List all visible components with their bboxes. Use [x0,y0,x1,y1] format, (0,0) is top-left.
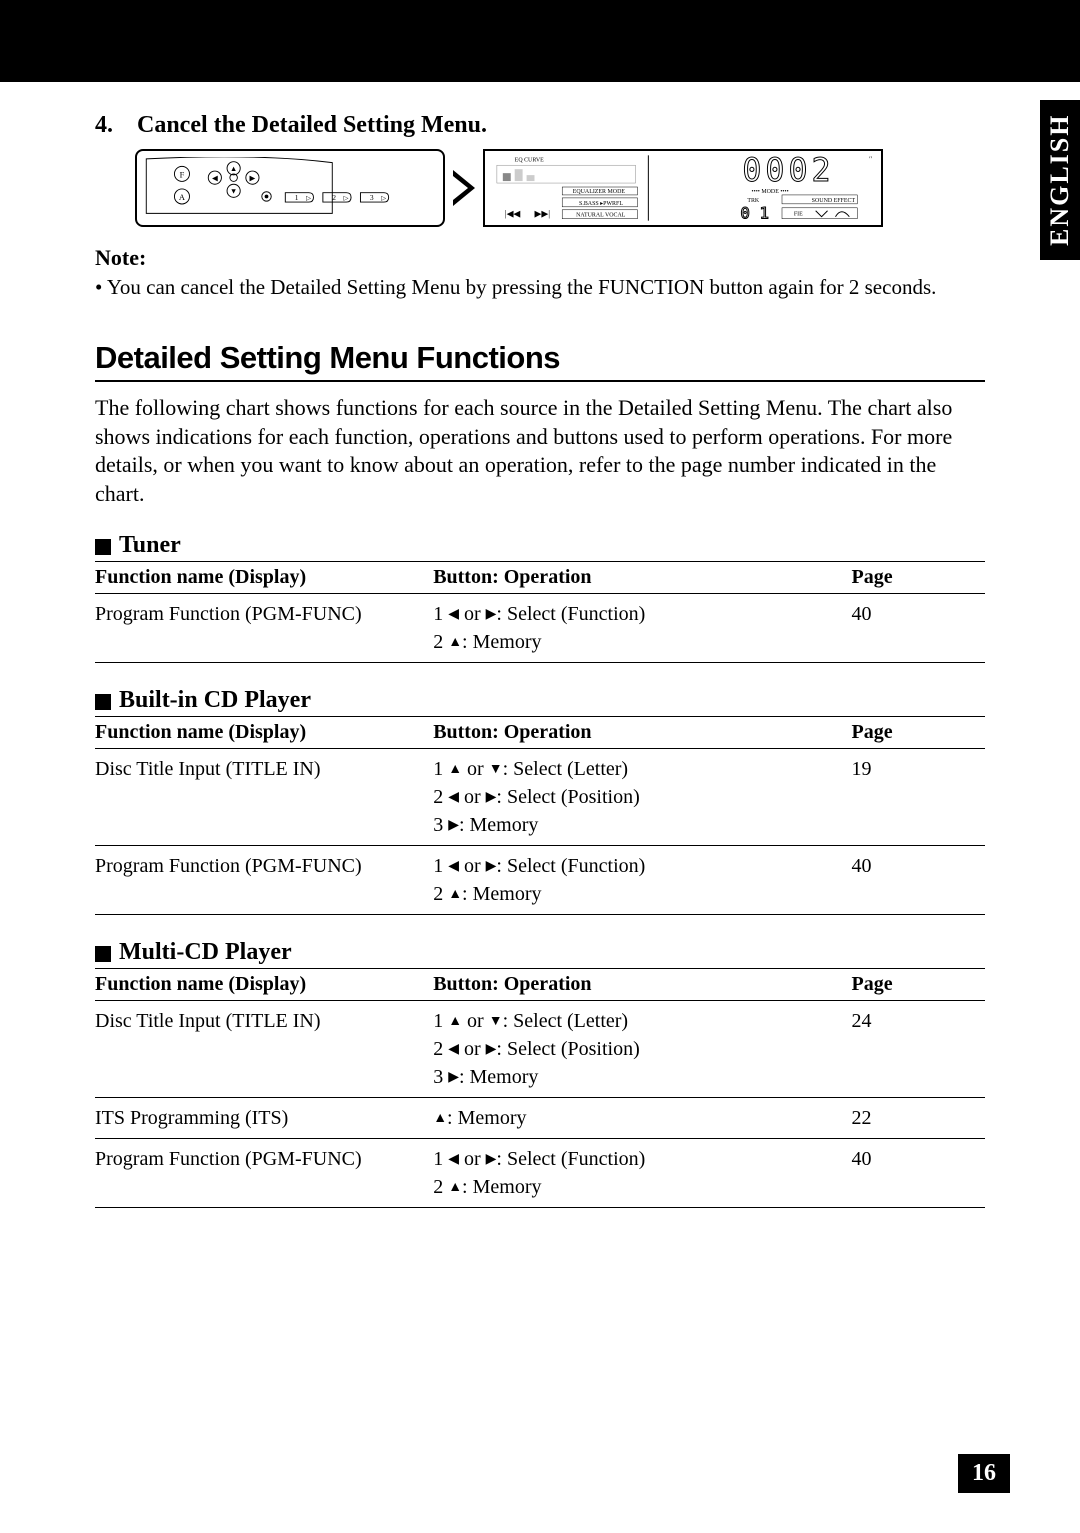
svg-text:2: 2 [332,193,336,202]
table-row: Disc Title Input (TITLE IN)1 ▲ or ▼: Sel… [95,749,985,846]
subsection: TunerFunction name (Display)Button: Oper… [95,532,985,663]
cell-page: 19 [851,749,985,846]
cell-function: Disc Title Input (TITLE IN) [95,749,433,846]
cell-operation: 1 ◀ or ▶: Select (Function)2 ▲: Memory [433,846,851,915]
cell-page: 40 [851,1139,985,1208]
cell-page: 24 [851,1001,985,1098]
cell-function: ITS Programming (ITS) [95,1098,433,1139]
display-diagram: EQ CURVE EQUALIZER MODE S.BASS ▸PWRFL NA… [483,149,883,227]
page-content: 4. Cancel the Detailed Setting Menu. F A… [0,82,1080,1208]
function-table: Function name (Display)Button: Operation… [95,562,985,663]
col-page: Page [851,562,985,594]
subsection-title: Tuner [95,532,985,562]
step-text: Cancel the Detailed Setting Menu. [137,112,487,138]
svg-text:▷: ▷ [306,195,312,202]
subsection-title: Multi-CD Player [95,939,985,969]
cell-function: Program Function (PGM-FUNC) [95,594,433,663]
svg-text:▷: ▷ [381,195,387,202]
function-table: Function name (Display)Button: Operation… [95,717,985,915]
cell-page: 22 [851,1098,985,1139]
cell-page: 40 [851,846,985,915]
intro-paragraph: The following chart shows functions for … [95,394,985,508]
svg-text:0 1: 0 1 [740,204,769,223]
control-panel-diagram: F A ▲ ◀ ▶ ▼ 1 ▷ 2 ▷ 3 ▷ [135,149,445,227]
note-body: • You can cancel the Detailed Setting Me… [95,275,985,300]
svg-text:▷: ▷ [344,195,350,202]
svg-text:EQUALIZER MODE: EQUALIZER MODE [573,189,626,195]
step-title: 4. Cancel the Detailed Setting Menu. [95,112,985,139]
svg-text:1: 1 [295,193,299,202]
col-function-name: Function name (Display) [95,562,433,594]
square-bullet-icon [95,694,111,710]
svg-text:|◀◀: |◀◀ [505,209,521,219]
table-row: Program Function (PGM-FUNC)1 ◀ or ▶: Sel… [95,594,985,663]
cell-operation: 1 ◀ or ▶: Select (Function)2 ▲: Memory [433,1139,851,1208]
cell-operation: 1 ▲ or ▼: Select (Letter)2 ◀ or ▶: Selec… [433,749,851,846]
col-function-name: Function name (Display) [95,717,433,749]
col-page: Page [851,717,985,749]
table-row: Program Function (PGM-FUNC)1 ◀ or ▶: Sel… [95,846,985,915]
svg-text:◀: ◀ [212,173,219,182]
note-label: Note: [95,245,985,271]
cell-function: Program Function (PGM-FUNC) [95,846,433,915]
svg-text:3: 3 [370,193,374,202]
svg-text:A: A [179,192,186,202]
square-bullet-icon [95,539,111,555]
subsection: Built-in CD PlayerFunction name (Display… [95,687,985,915]
svg-text:•••• MODE ••••: •••• MODE •••• [752,189,789,195]
cell-operation: 1 ◀ or ▶: Select (Function)2 ▲: Memory [433,594,851,663]
svg-text:NATURAL VOCAL: NATURAL VOCAL [576,213,626,219]
language-tab: ENGLISH [1040,100,1080,260]
svg-text:EQ CURVE: EQ CURVE [515,157,544,163]
function-table: Function name (Display)Button: Operation… [95,969,985,1208]
svg-text:′′: ′′ [869,156,873,163]
svg-text:▶▶|: ▶▶| [535,209,551,219]
table-row: Program Function (PGM-FUNC)1 ◀ or ▶: Sel… [95,1139,985,1208]
svg-text:0002: 0002 [742,153,834,189]
col-function-name: Function name (Display) [95,969,433,1001]
table-row: Disc Title Input (TITLE IN)1 ▲ or ▼: Sel… [95,1001,985,1098]
col-page: Page [851,969,985,1001]
top-black-band [0,0,1080,82]
page-number: 16 [958,1454,1010,1493]
cell-page: 40 [851,594,985,663]
col-operation: Button: Operation [433,562,851,594]
step-number: 4. [95,112,113,138]
cell-function: Disc Title Input (TITLE IN) [95,1001,433,1098]
svg-text:▼: ▼ [230,187,237,196]
svg-text:SOUND EFFECT: SOUND EFFECT [812,198,856,204]
table-row: ITS Programming (ITS)▲: Memory22 [95,1098,985,1139]
cell-operation: ▲: Memory [433,1098,851,1139]
svg-text:▶: ▶ [250,173,257,182]
cell-function: Program Function (PGM-FUNC) [95,1139,433,1208]
diagram-row: F A ▲ ◀ ▶ ▼ 1 ▷ 2 ▷ 3 ▷ EQ CURVE EQUALIZER … [135,149,985,227]
subsection: Multi-CD PlayerFunction name (Display)Bu… [95,939,985,1208]
svg-text:▲: ▲ [230,164,237,173]
col-operation: Button: Operation [433,969,851,1001]
cell-operation: 1 ▲ or ▼: Select (Letter)2 ◀ or ▶: Selec… [433,1001,851,1098]
col-operation: Button: Operation [433,717,851,749]
svg-text:S.BASS ▸PWRFL: S.BASS ▸PWRFL [579,201,623,207]
square-bullet-icon [95,946,111,962]
section-heading: Detailed Setting Menu Functions [95,340,985,382]
arrow-icon [453,170,475,206]
svg-text:F: F [180,170,185,180]
subsection-title: Built-in CD Player [95,687,985,717]
svg-text:FIE: FIE [794,212,803,218]
